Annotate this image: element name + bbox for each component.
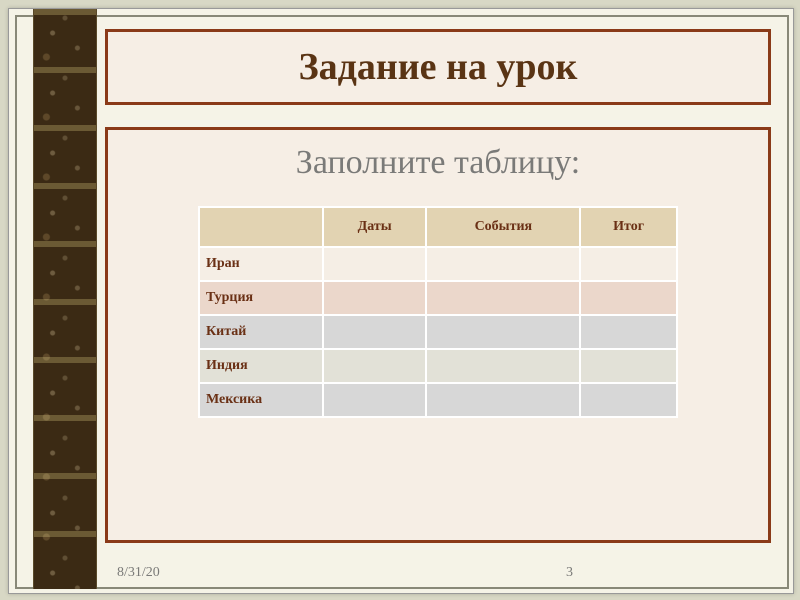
cell-result [580, 349, 677, 383]
decorative-pattern-strip [33, 9, 97, 589]
row-label: Китай [199, 315, 323, 349]
cell-dates [323, 349, 426, 383]
cell-dates [323, 281, 426, 315]
table-header-row: Даты События Итог [199, 207, 677, 247]
footer-date: 8/31/20 [117, 565, 160, 581]
table-header-events: События [426, 207, 580, 247]
cell-result [580, 281, 677, 315]
cell-dates [323, 383, 426, 417]
table-row: Индия [199, 349, 677, 383]
cell-events [426, 281, 580, 315]
worksheet-table: Даты События Итог Иран Турция [198, 206, 678, 418]
row-label: Индия [199, 349, 323, 383]
table-header-result: Итог [580, 207, 677, 247]
cell-events [426, 383, 580, 417]
table-row: Мексика [199, 383, 677, 417]
row-label: Турция [199, 281, 323, 315]
slide-subtitle: Заполните таблицу: [108, 144, 768, 182]
row-label: Мексика [199, 383, 323, 417]
cell-events [426, 349, 580, 383]
cell-dates [323, 247, 426, 281]
cell-result [580, 383, 677, 417]
cell-result [580, 315, 677, 349]
slide-title: Задание на урок [299, 45, 578, 89]
cell-result [580, 247, 677, 281]
footer-page-number: 3 [566, 565, 573, 581]
title-box: Задание на урок [105, 29, 771, 105]
table-row: Иран [199, 247, 677, 281]
cell-events [426, 315, 580, 349]
cell-dates [323, 315, 426, 349]
content-box: Заполните таблицу: Даты События Итог Ира… [105, 127, 771, 543]
table-header-dates: Даты [323, 207, 426, 247]
row-label: Иран [199, 247, 323, 281]
table-row: Турция [199, 281, 677, 315]
cell-events [426, 247, 580, 281]
slide-frame: Задание на урок Заполните таблицу: Даты … [8, 8, 794, 594]
table-row: Китай [199, 315, 677, 349]
table-header-empty [199, 207, 323, 247]
